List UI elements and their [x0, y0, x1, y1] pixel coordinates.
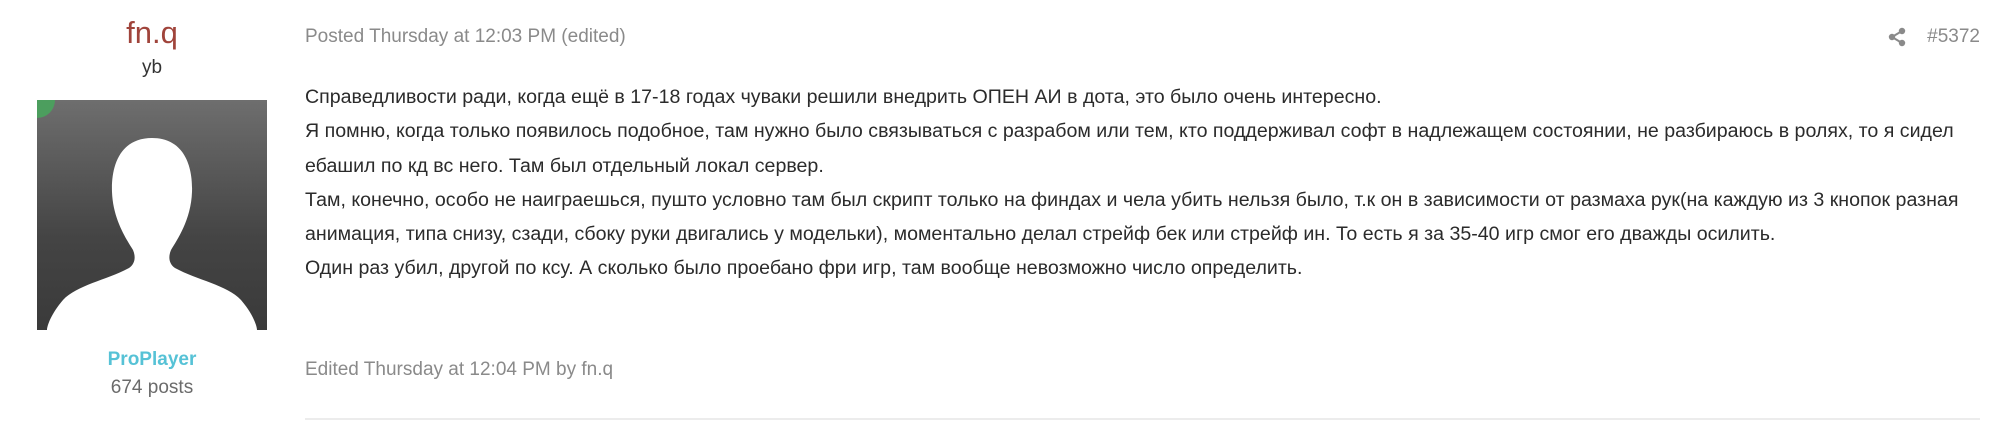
post-paragraph: Справедливости ради, когда ещё в 17-18 г… — [305, 86, 1382, 108]
post-number-link[interactable]: #5372 — [1927, 24, 1980, 50]
post-actions: #5372 — [1887, 24, 1980, 50]
post-meta: Posted Thursday at 12:03 PM (edited) — [305, 26, 626, 47]
author-rank: ProPlayer — [107, 349, 197, 370]
post-paragraph: Один раз убил, другой по ксу. А сколько … — [305, 257, 1303, 280]
author-post-count: 674 posts — [110, 377, 194, 398]
default-avatar-silhouette-icon — [47, 138, 257, 330]
author-panel: fn.q yb ProPlayer 674 posts — [36, 0, 268, 400]
post-paragraph: Там, конечно, особо не наиграешься, пушт… — [305, 188, 1959, 246]
share-icon[interactable] — [1887, 27, 1907, 47]
author-title: yb — [141, 57, 163, 78]
avatar[interactable] — [37, 100, 267, 330]
post-divider — [305, 418, 1980, 420]
post-content: Справедливости ради, когда ещё в 17-18 г… — [305, 80, 1985, 286]
edited-note: Edited Thursday at 12:04 PM by fn.q — [305, 359, 614, 380]
author-name-link[interactable]: fn.q — [36, 14, 268, 52]
post-paragraph: Я помню, когда только появилось подобное… — [305, 120, 1954, 177]
